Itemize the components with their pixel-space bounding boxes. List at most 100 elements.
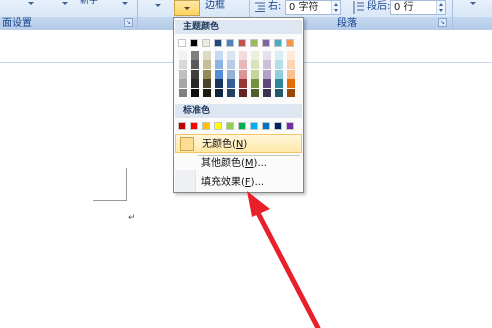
theme-tint-swatch[interactable]	[227, 69, 235, 79]
right-indent-input[interactable]: 0 字符	[285, 0, 341, 15]
fill-effects-label: 填充效果(F)...	[201, 177, 265, 188]
theme-tint-swatch[interactable]	[227, 88, 235, 98]
theme-tint-swatch[interactable]	[239, 51, 247, 60]
theme-tint-swatch[interactable]	[287, 79, 295, 88]
theme-tint-swatch[interactable]	[275, 79, 283, 88]
margin-corner-mark	[126, 168, 127, 200]
more-colors-label: 其他颜色(M)...	[201, 158, 267, 169]
spacing-after-icon	[352, 1, 364, 14]
dropdown-arrow-icon[interactable]	[122, 2, 128, 5]
theme-color-swatch[interactable]	[190, 39, 198, 47]
theme-tint-swatch[interactable]	[287, 69, 295, 79]
theme-color-swatch[interactable]	[274, 39, 282, 47]
theme-color-swatch[interactable]	[226, 39, 234, 47]
theme-tint-swatch[interactable]	[191, 88, 199, 98]
theme-tint-swatch[interactable]	[239, 79, 247, 88]
theme-tint-swatch[interactable]	[287, 60, 295, 70]
theme-tint-swatch[interactable]	[251, 60, 259, 70]
theme-tint-swatch[interactable]	[275, 88, 283, 98]
theme-tint-swatch[interactable]	[203, 79, 211, 88]
theme-color-swatch[interactable]	[178, 39, 186, 47]
theme-color-swatch[interactable]	[202, 39, 210, 47]
theme-tint-swatch[interactable]	[191, 60, 199, 70]
space-after-input[interactable]: 0 行	[390, 0, 446, 15]
theme-tint-swatch[interactable]	[251, 51, 259, 60]
theme-tint-swatch[interactable]	[191, 79, 199, 88]
group-label-paragraph: 段落	[337, 18, 357, 29]
theme-tint-swatch[interactable]	[215, 60, 223, 70]
theme-tint-swatch[interactable]	[239, 69, 247, 79]
top-left-text[interactable]: 新字	[80, 0, 98, 8]
theme-tint-swatch[interactable]	[239, 60, 247, 70]
space-after-value: 0 行	[394, 2, 414, 13]
no-color-swatch	[180, 137, 194, 151]
shading-button[interactable]	[174, 0, 200, 16]
theme-tint-swatch[interactable]	[263, 79, 271, 88]
border-button-label[interactable]: 边框	[205, 0, 225, 13]
theme-tint-swatch[interactable]	[203, 60, 211, 70]
group-label-page-setup: 面设置	[2, 18, 32, 29]
dropdown-arrow-icon[interactable]	[155, 4, 161, 7]
fill-effects-item[interactable]: 填充效果(F)...	[175, 173, 302, 192]
theme-tint-swatch[interactable]	[179, 51, 187, 60]
theme-tint-swatch[interactable]	[263, 60, 271, 70]
theme-tint-swatch[interactable]	[179, 88, 187, 98]
spin-arrows-icon[interactable]	[331, 1, 340, 14]
standard-color-swatch[interactable]	[238, 122, 246, 130]
shading-color-dropdown: 主题颜色 标准色 无颜色(N) 其他颜色(M)... 填充效果(F)...	[173, 17, 304, 193]
theme-color-swatch[interactable]	[262, 39, 270, 47]
theme-tint-swatch[interactable]	[215, 79, 223, 88]
theme-tint-swatch[interactable]	[179, 69, 187, 79]
standard-color-swatch[interactable]	[190, 122, 198, 130]
theme-tint-swatch[interactable]	[275, 51, 283, 60]
theme-tint-swatch[interactable]	[263, 69, 271, 79]
no-color-label: 无颜色(N)	[202, 139, 248, 150]
theme-tint-swatch[interactable]	[227, 51, 235, 60]
theme-tint-swatch[interactable]	[227, 60, 235, 70]
standard-color-swatch[interactable]	[202, 122, 210, 130]
dropdown-arrow-icon[interactable]	[62, 2, 68, 5]
standard-color-swatch[interactable]	[286, 122, 294, 130]
right-indent-value: 0 字符	[289, 2, 319, 13]
theme-tint-swatch[interactable]	[215, 51, 223, 60]
spin-arrows-icon[interactable]	[436, 1, 445, 14]
theme-color-swatch[interactable]	[238, 39, 246, 47]
theme-tint-swatch[interactable]	[215, 88, 223, 98]
theme-tint-swatch[interactable]	[275, 69, 283, 79]
theme-tint-swatch[interactable]	[263, 51, 271, 60]
theme-tint-swatch[interactable]	[239, 88, 247, 98]
standard-color-swatch[interactable]	[214, 122, 222, 130]
theme-color-swatch[interactable]	[214, 39, 222, 47]
theme-tint-swatch[interactable]	[251, 69, 259, 79]
theme-tint-swatch[interactable]	[203, 88, 211, 98]
theme-tint-swatch[interactable]	[227, 79, 235, 88]
page-setup-launcher-icon[interactable]: ↘	[124, 18, 133, 27]
standard-color-swatch[interactable]	[262, 122, 270, 130]
theme-tint-swatch[interactable]	[191, 69, 199, 79]
theme-tint-swatch[interactable]	[215, 69, 223, 79]
dropdown-arrow-icon[interactable]	[28, 2, 34, 5]
theme-tint-swatch[interactable]	[251, 79, 259, 88]
theme-tint-swatch[interactable]	[203, 69, 211, 79]
standard-color-swatch[interactable]	[274, 122, 282, 130]
theme-color-swatch[interactable]	[286, 39, 294, 47]
standard-color-swatch[interactable]	[226, 122, 234, 130]
dropdown-arrow-icon[interactable]	[470, 2, 476, 5]
theme-tint-swatch[interactable]	[275, 60, 283, 70]
theme-tint-swatch[interactable]	[287, 88, 295, 98]
theme-tint-swatch[interactable]	[179, 60, 187, 70]
space-after-label: 段后:	[367, 1, 391, 12]
standard-color-swatch[interactable]	[178, 122, 186, 130]
theme-tint-swatch[interactable]	[251, 88, 259, 98]
right-indent-label: 右:	[268, 1, 282, 12]
standard-color-swatch[interactable]	[250, 122, 258, 130]
theme-tint-swatch[interactable]	[179, 79, 187, 88]
dropdown-arrow-icon[interactable]	[184, 7, 190, 10]
theme-color-swatch[interactable]	[250, 39, 258, 47]
theme-tint-swatch[interactable]	[203, 51, 211, 60]
theme-tint-swatch[interactable]	[191, 51, 199, 60]
no-color-item[interactable]: 无颜色(N)	[175, 134, 302, 153]
paragraph-launcher-icon[interactable]: ↘	[438, 18, 447, 27]
theme-tint-swatch[interactable]	[263, 88, 271, 98]
theme-tint-swatch[interactable]	[287, 51, 295, 60]
